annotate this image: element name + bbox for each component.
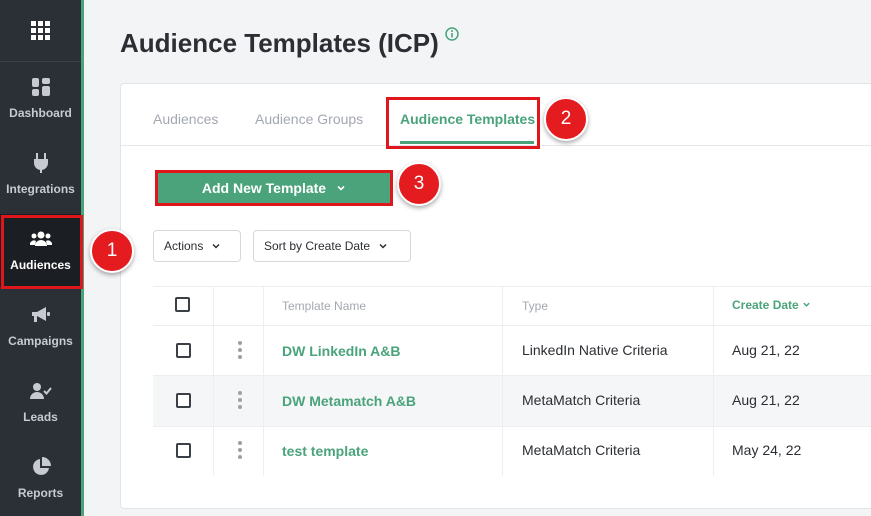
create-date: Aug 21, 22: [732, 342, 800, 358]
tab-audience-groups[interactable]: Audience Groups: [255, 111, 363, 127]
column-divider: [263, 286, 264, 476]
sidebar-item-label: Dashboard: [9, 106, 72, 120]
create-date: Aug 21, 22: [732, 392, 800, 408]
sidebar-item-integrations[interactable]: Integrations: [0, 138, 81, 210]
megaphone-icon: [30, 304, 52, 326]
table-divider: [153, 325, 871, 326]
tab-audiences[interactable]: Audiences: [153, 111, 218, 127]
highlight-box: [386, 97, 540, 149]
select-all-checkbox[interactable]: [175, 297, 190, 312]
table-divider: [153, 426, 871, 427]
row-checkbox[interactable]: [176, 343, 191, 358]
sidebar-item-label: Campaigns: [8, 334, 73, 348]
highlight-box: [1, 215, 83, 289]
dashboard-icon: [30, 76, 52, 98]
sort-label: Sort by Create Date: [264, 239, 371, 253]
column-divider: [502, 286, 503, 476]
kebab-menu-icon[interactable]: [238, 391, 242, 409]
sort-dropdown[interactable]: Sort by Create Date: [253, 230, 411, 262]
chevron-down-icon: [379, 243, 387, 249]
add-new-template-button[interactable]: Add New Template: [155, 170, 393, 206]
sidebar-item-label: Leads: [23, 410, 58, 424]
user-check-icon: [29, 380, 52, 402]
template-name-link[interactable]: test template: [282, 443, 368, 459]
table-divider: [153, 375, 871, 376]
chevron-down-icon: [337, 185, 345, 191]
actions-dropdown[interactable]: Actions: [153, 230, 241, 262]
sidebar-item-label: Integrations: [6, 182, 75, 196]
create-date: May 24, 22: [732, 442, 802, 458]
templates-card: Audiences Audience Groups Audience Templ…: [120, 83, 871, 509]
kebab-menu-icon[interactable]: [238, 341, 242, 359]
row-checkbox[interactable]: [176, 393, 191, 408]
create-date-label: Create Date: [732, 298, 799, 312]
chevron-down-icon: [212, 243, 220, 249]
actions-label: Actions: [164, 239, 204, 253]
sidebar: Dashboard Integrations Audiences Campaig…: [0, 0, 84, 516]
add-new-template-label: Add New Template: [201, 180, 327, 196]
sidebar-item-leads[interactable]: Leads: [0, 366, 81, 438]
plug-icon: [30, 152, 52, 174]
template-type: MetaMatch Criteria: [522, 442, 641, 458]
page-title: Audience Templates (ICP): [120, 28, 439, 58]
template-name-link[interactable]: DW Metamatch A&B: [282, 393, 416, 409]
column-divider: [213, 286, 214, 476]
template-type: LinkedIn Native Criteria: [522, 342, 668, 358]
kebab-menu-icon[interactable]: [238, 441, 242, 459]
sidebar-item-audiences[interactable]: Audiences: [0, 214, 83, 289]
tab-bar: Audiences Audience Groups Audience Templ…: [121, 84, 871, 149]
sidebar-item-label: Reports: [17, 486, 64, 500]
sidebar-item-dashboard[interactable]: Dashboard: [0, 62, 81, 134]
sidebar-item-reports[interactable]: Reports: [0, 442, 81, 514]
apps-grid-icon[interactable]: [0, 0, 81, 62]
column-divider: [713, 286, 714, 476]
column-header-type[interactable]: Type: [522, 299, 548, 313]
pie-chart-icon: [30, 456, 52, 478]
column-header-create-date[interactable]: Create Date: [732, 298, 811, 312]
sort-chevron-icon: [803, 302, 810, 307]
step-badge-2: 2: [544, 97, 588, 141]
sidebar-item-campaigns[interactable]: Campaigns: [0, 290, 81, 362]
template-type: MetaMatch Criteria: [522, 392, 641, 408]
row-checkbox[interactable]: [176, 443, 191, 458]
template-name-link[interactable]: DW LinkedIn A&B: [282, 343, 400, 359]
info-icon[interactable]: [445, 27, 459, 41]
step-badge-3: 3: [397, 162, 441, 206]
table-divider: [153, 286, 871, 287]
step-badge-1: 1: [90, 229, 134, 273]
column-header-template-name[interactable]: Template Name: [282, 299, 366, 313]
